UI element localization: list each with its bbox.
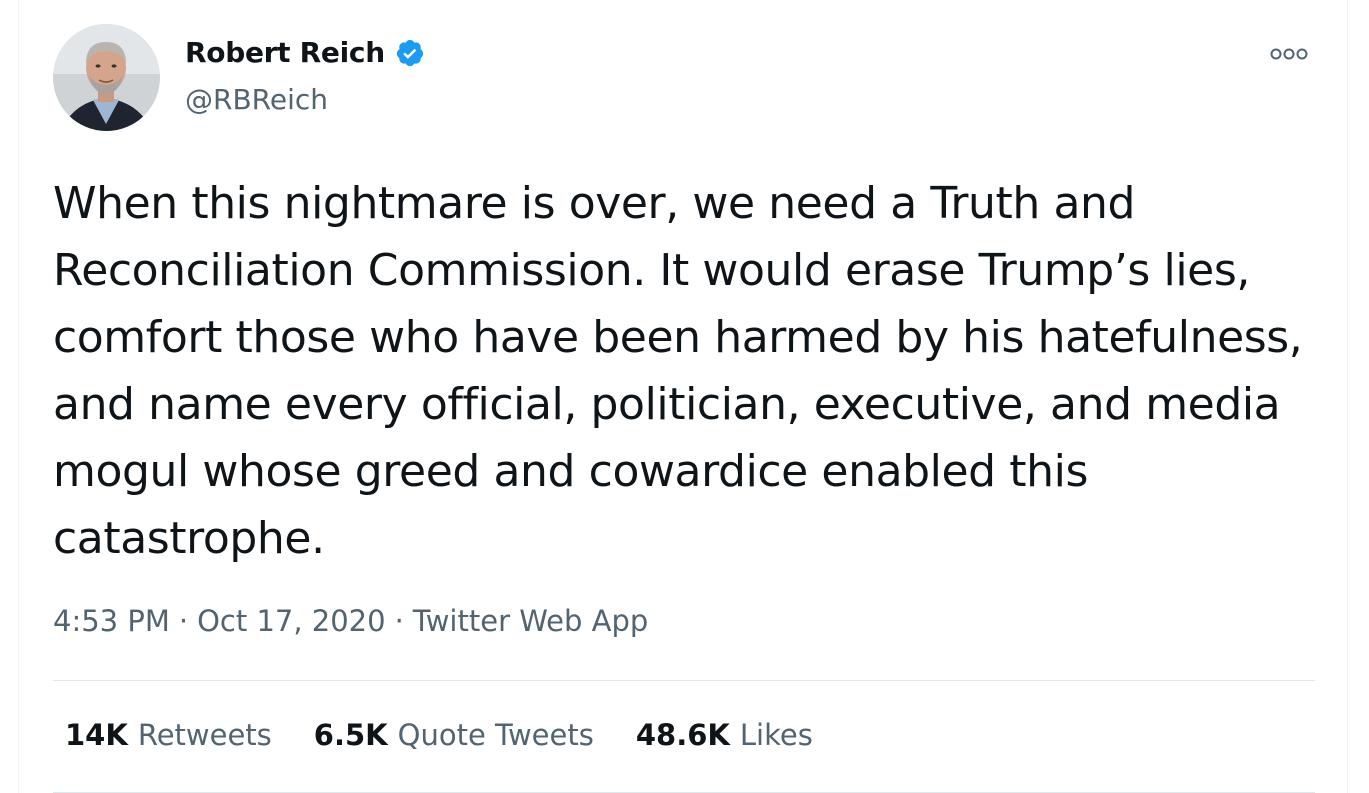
- divider: [53, 680, 1315, 681]
- display-name-row: Robert Reich: [185, 36, 425, 69]
- retweets-stat[interactable]: 14K Retweets: [65, 718, 272, 752]
- quote-tweets-count: 6.5K: [313, 718, 388, 752]
- meta-separator: ·: [394, 604, 404, 638]
- likes-label: Likes: [739, 718, 813, 752]
- tweet-date[interactable]: Oct 17, 2020: [197, 604, 386, 638]
- engagement-stats: 14K Retweets 6.5K Quote Tweets 48.6K Lik…: [65, 718, 855, 752]
- retweets-label: Retweets: [137, 718, 272, 752]
- likes-count: 48.6K: [635, 718, 730, 752]
- avatar[interactable]: [53, 24, 160, 131]
- tweet-meta: 4:53 PM · Oct 17, 2020 · Twitter Web App: [53, 604, 648, 638]
- avatar-photo-icon: [53, 24, 160, 131]
- tweet-card: Robert Reich @RBReich When this nightmar…: [18, 0, 1348, 793]
- retweets-count: 14K: [65, 718, 128, 752]
- tweet-text: When this nightmare is over, we need a T…: [53, 178, 1303, 564]
- verified-badge-icon: [395, 38, 425, 68]
- likes-stat[interactable]: 48.6K Likes: [636, 718, 813, 752]
- quote-tweets-stat[interactable]: 6.5K Quote Tweets: [314, 718, 594, 752]
- more-options-icon: [1270, 48, 1308, 60]
- more-options-button[interactable]: [1269, 44, 1309, 64]
- meta-separator: ·: [178, 604, 189, 638]
- tweet-source[interactable]: Twitter Web App: [413, 604, 649, 638]
- user-handle[interactable]: @RBReich: [185, 83, 328, 116]
- display-name[interactable]: Robert Reich: [185, 36, 385, 69]
- tweet-time[interactable]: 4:53 PM: [53, 604, 170, 638]
- quote-tweets-label: Quote Tweets: [397, 718, 594, 752]
